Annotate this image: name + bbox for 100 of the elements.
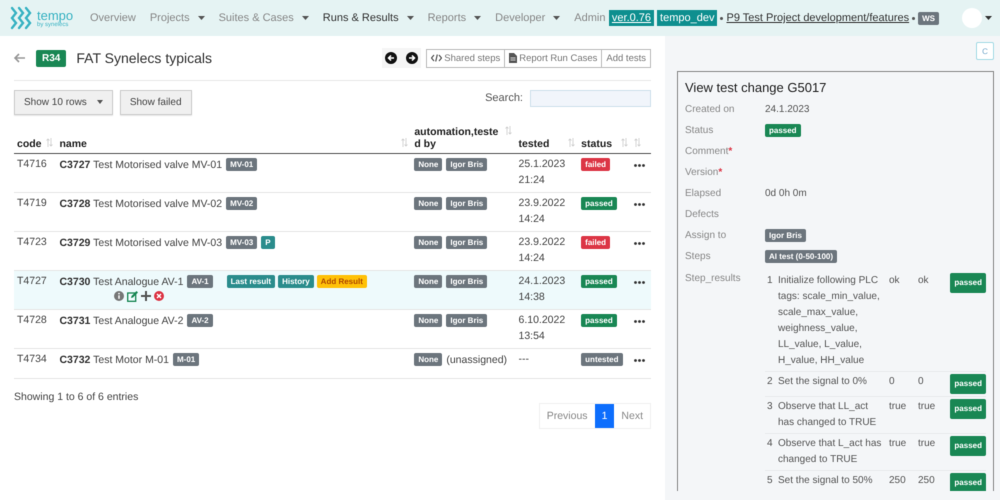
tag: MV-02: [226, 197, 258, 210]
plus-icon[interactable]: [141, 291, 152, 301]
more-icon[interactable]: [634, 203, 645, 206]
nav-item[interactable]: Overview: [90, 12, 136, 24]
toolbar-button[interactable]: Add tests: [601, 48, 651, 68]
tested-date: 25.1.2023 21:24: [518, 157, 566, 188]
tag: MV-01: [226, 158, 258, 171]
case-code: T4728: [17, 314, 47, 326]
field-label: Defects: [685, 209, 719, 220]
step-text: Set the signal to 0%: [778, 375, 868, 389]
case-name[interactable]: C3729 Test Motorised valve MV-03: [59, 236, 222, 248]
column-header[interactable]: code: [17, 138, 42, 150]
status-badge: passed: [950, 273, 986, 293]
case-code: T4723: [17, 236, 47, 248]
actual-value: ok: [918, 274, 930, 288]
caret-icon[interactable]: [985, 16, 992, 20]
tag: P: [261, 236, 275, 249]
field-value: 24.1.2023: [765, 104, 810, 115]
search-field[interactable]: [530, 90, 651, 106]
case-name[interactable]: C3730 Test Analogue AV-1: [59, 276, 184, 288]
caret-icon: [553, 16, 560, 20]
version-label[interactable]: ver.0.76: [608, 10, 654, 26]
field-label: Created on: [685, 104, 734, 115]
page-title: FAT Synelecs typicals: [76, 50, 212, 66]
project-link[interactable]: P9 Test Project development/features: [726, 12, 910, 24]
case-name[interactable]: C3727 Test Motorised valve MV-01: [59, 158, 222, 170]
logo-name: tempo: [37, 8, 74, 22]
status-badge: passed: [765, 124, 801, 137]
nav-item[interactable]: Reports: [428, 12, 482, 24]
more-icon[interactable]: [634, 320, 645, 323]
delete-icon[interactable]: [154, 291, 164, 301]
step-number: 1: [767, 274, 774, 288]
field-label: Assign to: [685, 230, 726, 241]
value-badge: AI test (0-50-100): [765, 250, 838, 263]
environment-label[interactable]: tempo_dev: [657, 10, 718, 26]
nav-item[interactable]: Developer: [495, 12, 560, 24]
more-icon[interactable]: [634, 359, 645, 362]
left-arrow-icon[interactable]: [385, 52, 398, 64]
action-button[interactable]: History: [278, 275, 314, 288]
column-header[interactable]: automation,tested by: [414, 126, 504, 150]
expected-value: true: [889, 437, 908, 451]
actual-value: 0: [918, 375, 925, 389]
back-arrow-icon[interactable]: [14, 53, 26, 63]
case-name[interactable]: C3732 Test Motor M-01: [59, 354, 169, 366]
action-button[interactable]: Add Result: [316, 275, 367, 288]
tested-date: 24.1.2023 14:38: [518, 274, 566, 305]
step-text: Set the signal to 50%: [778, 474, 874, 488]
nav-item[interactable]: Runs & Results: [322, 12, 414, 24]
step-text: Initialize following PLC tags: scale_min_value, scale_max_value, weighness_value, LL_value, L_value, H_value, HH_value: [778, 274, 881, 368]
toolbar-button[interactable]: Report Run Cases: [504, 48, 602, 68]
case-code: T4719: [17, 197, 47, 209]
case-code: T4716: [17, 158, 47, 170]
status-badge: failed: [581, 158, 610, 171]
action-button[interactable]: Last result: [226, 275, 276, 288]
page-link[interactable]: 1: [594, 404, 614, 428]
case-name[interactable]: C3731 Test Analogue AV-2: [59, 314, 184, 326]
column-header[interactable]: status: [581, 138, 612, 150]
search-label: Search:: [485, 92, 523, 104]
tester-name: Igor Bris: [446, 314, 488, 327]
right-arrow-icon[interactable]: [406, 52, 418, 64]
status-badge: passed: [950, 399, 986, 419]
case-name[interactable]: C3728 Test Motorised valve MV-02: [59, 198, 222, 210]
actual-value: true: [918, 400, 936, 414]
column-header[interactable]: tested: [518, 138, 550, 150]
field-label: Step_results: [685, 272, 742, 286]
expected-value: 0: [889, 375, 896, 389]
step-number: 4: [767, 437, 774, 451]
status-badge: failed: [581, 236, 610, 249]
case-code: T4727: [17, 275, 47, 287]
tested-date: ---: [518, 352, 530, 367]
info-icon[interactable]: [114, 291, 124, 301]
step-number: 2: [767, 375, 774, 389]
tag: AV-2: [187, 314, 213, 327]
toolbar-button[interactable]: Shared steps: [426, 48, 506, 68]
more-icon[interactable]: [634, 164, 645, 167]
more-icon[interactable]: [634, 242, 645, 245]
expected-value: ok: [889, 274, 901, 288]
column-header[interactable]: name: [59, 138, 87, 150]
field-label: Comment*: [685, 146, 732, 157]
step-text: Observe that LL_act has changed to TRUE: [778, 400, 878, 430]
logo-icon: [8, 5, 34, 31]
more-icon[interactable]: [634, 281, 645, 284]
nav-item[interactable]: Projects: [150, 12, 205, 24]
edit-icon[interactable]: [127, 291, 138, 302]
field-label: Status: [685, 125, 714, 136]
nav-item[interactable]: Admin: [574, 12, 606, 24]
expected-value: 250: [889, 474, 907, 488]
show-failed-button[interactable]: Show failed: [120, 90, 192, 114]
status-badge: passed: [950, 473, 986, 491]
corner-button[interactable]: C: [976, 42, 994, 60]
field-label: Version*: [685, 167, 722, 178]
code-icon: [431, 54, 442, 62]
rows-dropdown[interactable]: Show 10 rows: [14, 90, 113, 114]
field-value: 0d 0h 0m: [765, 188, 807, 199]
expected-value: true: [889, 400, 908, 414]
value-badge: Igor Bris: [765, 229, 806, 242]
nav-item[interactable]: Suites & Cases: [218, 12, 309, 24]
caret-icon: [96, 100, 103, 104]
separator-dot: [912, 16, 916, 20]
tested-date: 6.10.2022 13:54: [518, 313, 566, 344]
